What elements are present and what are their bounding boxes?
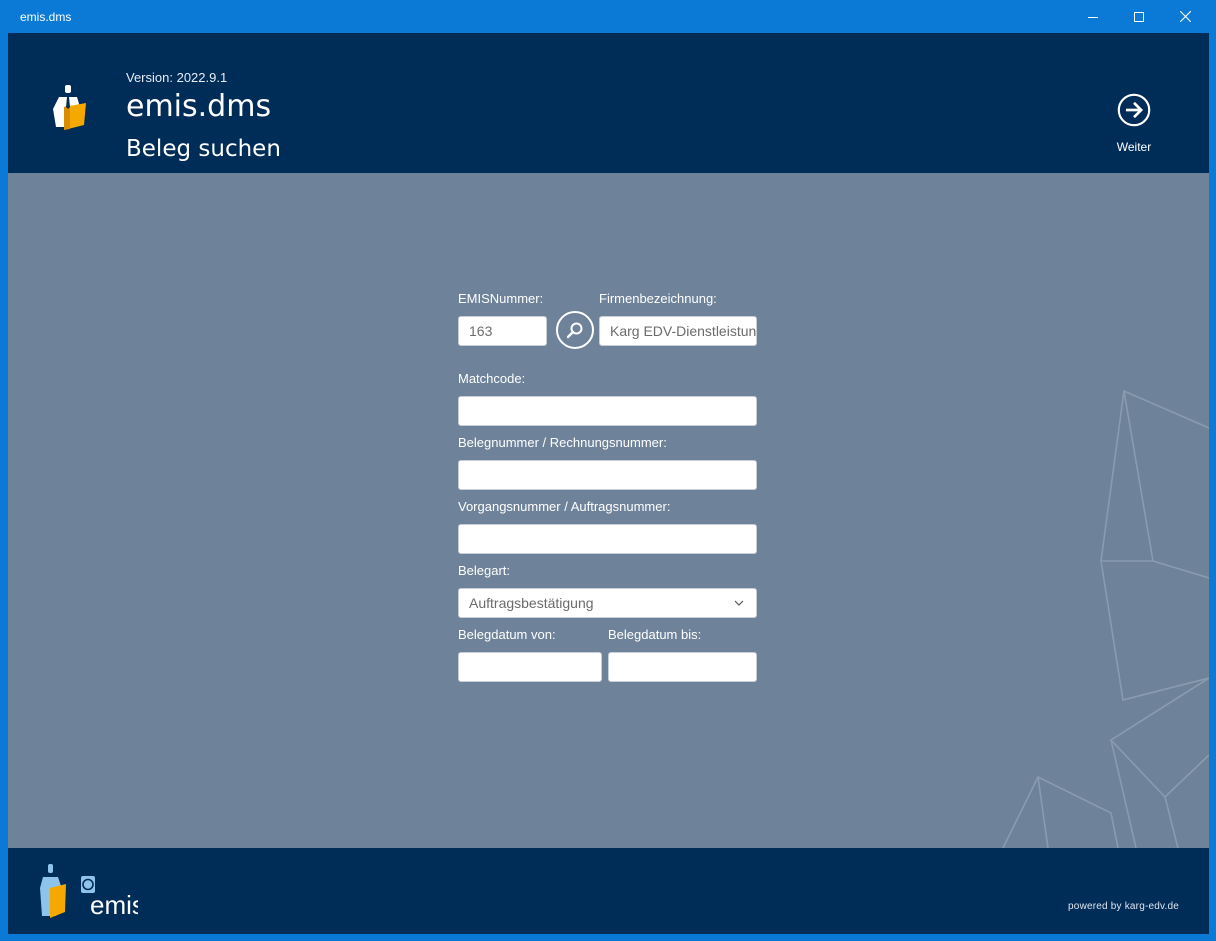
main-content: Version: 2022.9.1 emis.dms Beleg suchen … [8,33,1209,934]
next-button-label: Weiter [1116,140,1152,154]
search-icon [566,322,583,339]
app-name: emis.dms [126,89,272,124]
order-number-input[interactable] [458,524,757,554]
search-button[interactable] [556,311,594,349]
app-logo-icon [53,85,86,130]
emis-logo: emis [40,864,138,920]
app-window: emis.dms Version: 2022.9.1 emis.dms Bele… [0,0,1216,941]
matchcode-label: Matchcode: [458,371,526,386]
minimize-icon[interactable] [1070,0,1116,33]
version-label: Version: 2022.9.1 [126,70,228,85]
date-to-label: Belegdatum bis: [608,627,702,642]
order-number-label: Vorgangsnummer / Auftragsnummer: [458,499,671,514]
emis-number-input[interactable]: 163 [458,316,547,346]
chevron-down-icon [734,600,744,606]
matchcode-input[interactable] [458,396,757,426]
next-button[interactable]: Weiter [1106,93,1162,154]
close-icon[interactable] [1162,0,1208,33]
document-type-value: Auftragsbestätigung [469,595,594,611]
company-name-input[interactable]: Karg EDV-Dienstleistun [599,316,757,346]
emis-number-label: EMISNummer: [458,291,544,306]
maximize-icon[interactable] [1116,0,1162,33]
arrow-right-circle-icon [1117,93,1151,127]
page-title: Beleg suchen [126,136,281,162]
company-name-label: Firmenbezeichnung: [599,291,717,306]
footer: emis powered by karg-edv.de [8,848,1209,934]
document-type-select[interactable]: Auftragsbestätigung [458,588,757,618]
window-title: emis.dms [20,10,72,24]
footer-logo-text: emis [90,890,138,920]
powered-by-label: powered by karg-edv.de [1068,901,1179,912]
document-type-label: Belegart: [458,563,511,578]
title-bar: emis.dms [0,0,1216,33]
header: Version: 2022.9.1 emis.dms Beleg suchen … [8,33,1209,173]
invoice-number-input[interactable] [458,460,757,490]
date-to-input[interactable] [608,652,757,682]
date-from-label: Belegdatum von: [458,627,556,642]
invoice-number-label: Belegnummer / Rechnungsnummer: [458,435,667,450]
date-from-input[interactable] [458,652,602,682]
